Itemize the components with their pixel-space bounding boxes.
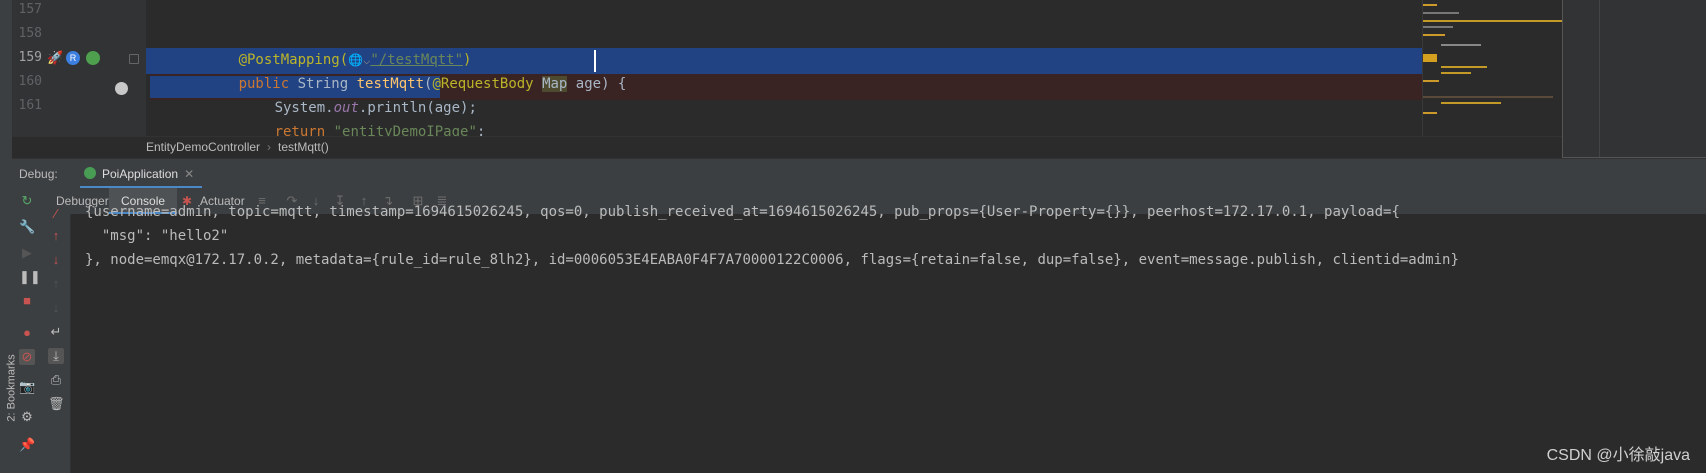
clear-console-icon[interactable]: ∕	[48, 206, 64, 222]
stop-icon[interactable]: ■	[19, 293, 35, 309]
return-string: "entityDemoIPage"	[333, 124, 477, 136]
trash-icon[interactable]: 🗑	[48, 396, 65, 412]
line-number: 160	[18, 74, 42, 89]
breadcrumb: EntityDemoController › testMqtt()	[146, 137, 329, 157]
code-line-157[interactable]: 157	[0, 0, 1552, 23]
r-badge-icon[interactable]: R	[66, 51, 80, 65]
wrench-icon[interactable]: 🔧	[19, 219, 35, 235]
watermark: CSDN @小徐敲java	[1546, 447, 1690, 464]
bookmarks-tool-tab[interactable]: 2: Bookmarks	[6, 354, 18, 421]
console-line-3: }, node=emqx@172.17.0.2, metadata={rule_…	[85, 252, 1459, 268]
spring-bean-icon[interactable]	[86, 51, 100, 65]
pin-icon[interactable]: 📌	[19, 437, 35, 453]
console-line-2: "msg": "hello2"	[85, 228, 229, 244]
spring-boot-icon	[84, 167, 96, 179]
pause-icon[interactable]: ❚❚	[19, 269, 41, 285]
down-arrow-icon[interactable]: ↓	[48, 300, 64, 316]
settings-gear-icon[interactable]: ⚙	[19, 409, 35, 425]
code-line-159[interactable]: 159 🚀 R public String testMqtt(@RequestB…	[0, 45, 1552, 92]
debug-header: Debug: PoiApplication ✕	[12, 158, 1706, 189]
tab-poiapplication[interactable]: PoiApplication ✕	[80, 159, 203, 189]
code-minimap[interactable]	[1422, 0, 1563, 136]
console-line-1: {username=admin, topic=mqtt, timestamp=1…	[85, 204, 1400, 220]
print-icon[interactable]: ⎙	[48, 372, 64, 388]
breadcrumb-method[interactable]: testMqtt()	[278, 140, 329, 154]
semicolon: ;	[476, 124, 486, 136]
camera-icon[interactable]: 📷	[19, 379, 35, 395]
code-line-158[interactable]: 158 @PostMapping(🌐⌵"/testMqtt")	[0, 21, 1552, 68]
resume-icon[interactable]: ▶	[19, 245, 35, 261]
keyword-return: return	[274, 124, 326, 136]
scroll-to-end-icon[interactable]: ⤓	[48, 348, 64, 364]
fold-marker-icon[interactable]	[129, 54, 139, 64]
view-breakpoints-icon[interactable]: ●	[19, 325, 35, 341]
debug-label: Debug:	[19, 167, 58, 181]
line-number: 157	[18, 2, 42, 17]
rerun-icon[interactable]: ↻	[19, 193, 35, 209]
debug-side-toolbar: ↻ 🔧 ▶ ❚❚ ■ ● ⊘ 📷 ⚙ 📌	[12, 188, 43, 473]
line-number: 158	[18, 26, 42, 41]
soft-wrap-icon[interactable]: ↵	[48, 324, 64, 340]
code-line-161[interactable]: 161 return "entityDemoIPage";	[0, 93, 1552, 136]
up-arrow-icon[interactable]: ↑	[48, 276, 64, 292]
code-editor[interactable]: 157 158 @PostMapping(🌐⌵"/testMqtt") 159 …	[0, 0, 1706, 136]
breadcrumb-separator: ›	[267, 140, 272, 154]
line-number: 161	[18, 98, 42, 113]
right-side-panel	[1562, 0, 1706, 158]
up-stack-icon[interactable]: ↑	[48, 228, 64, 244]
line-number: 159	[18, 50, 42, 65]
session-tab-label: PoiApplication	[102, 167, 179, 181]
breadcrumb-class[interactable]: EntityDemoController	[146, 140, 260, 154]
close-icon[interactable]: ✕	[184, 167, 194, 181]
rocket-icon[interactable]: 🚀	[47, 51, 63, 65]
mute-breakpoints-icon[interactable]: ⊘	[19, 349, 35, 365]
code-line-160[interactable]: 160 System.out.println(age);	[0, 69, 1552, 116]
down-stack-icon[interactable]: ↓	[48, 252, 64, 268]
console-output[interactable]: {username=admin, topic=mqtt, timestamp=1…	[71, 204, 1706, 473]
console-side-toolbar: ∕ ↑ ↓ ↑ ↓ ↵ ⤓ ⎙ 🗑	[42, 206, 71, 473]
